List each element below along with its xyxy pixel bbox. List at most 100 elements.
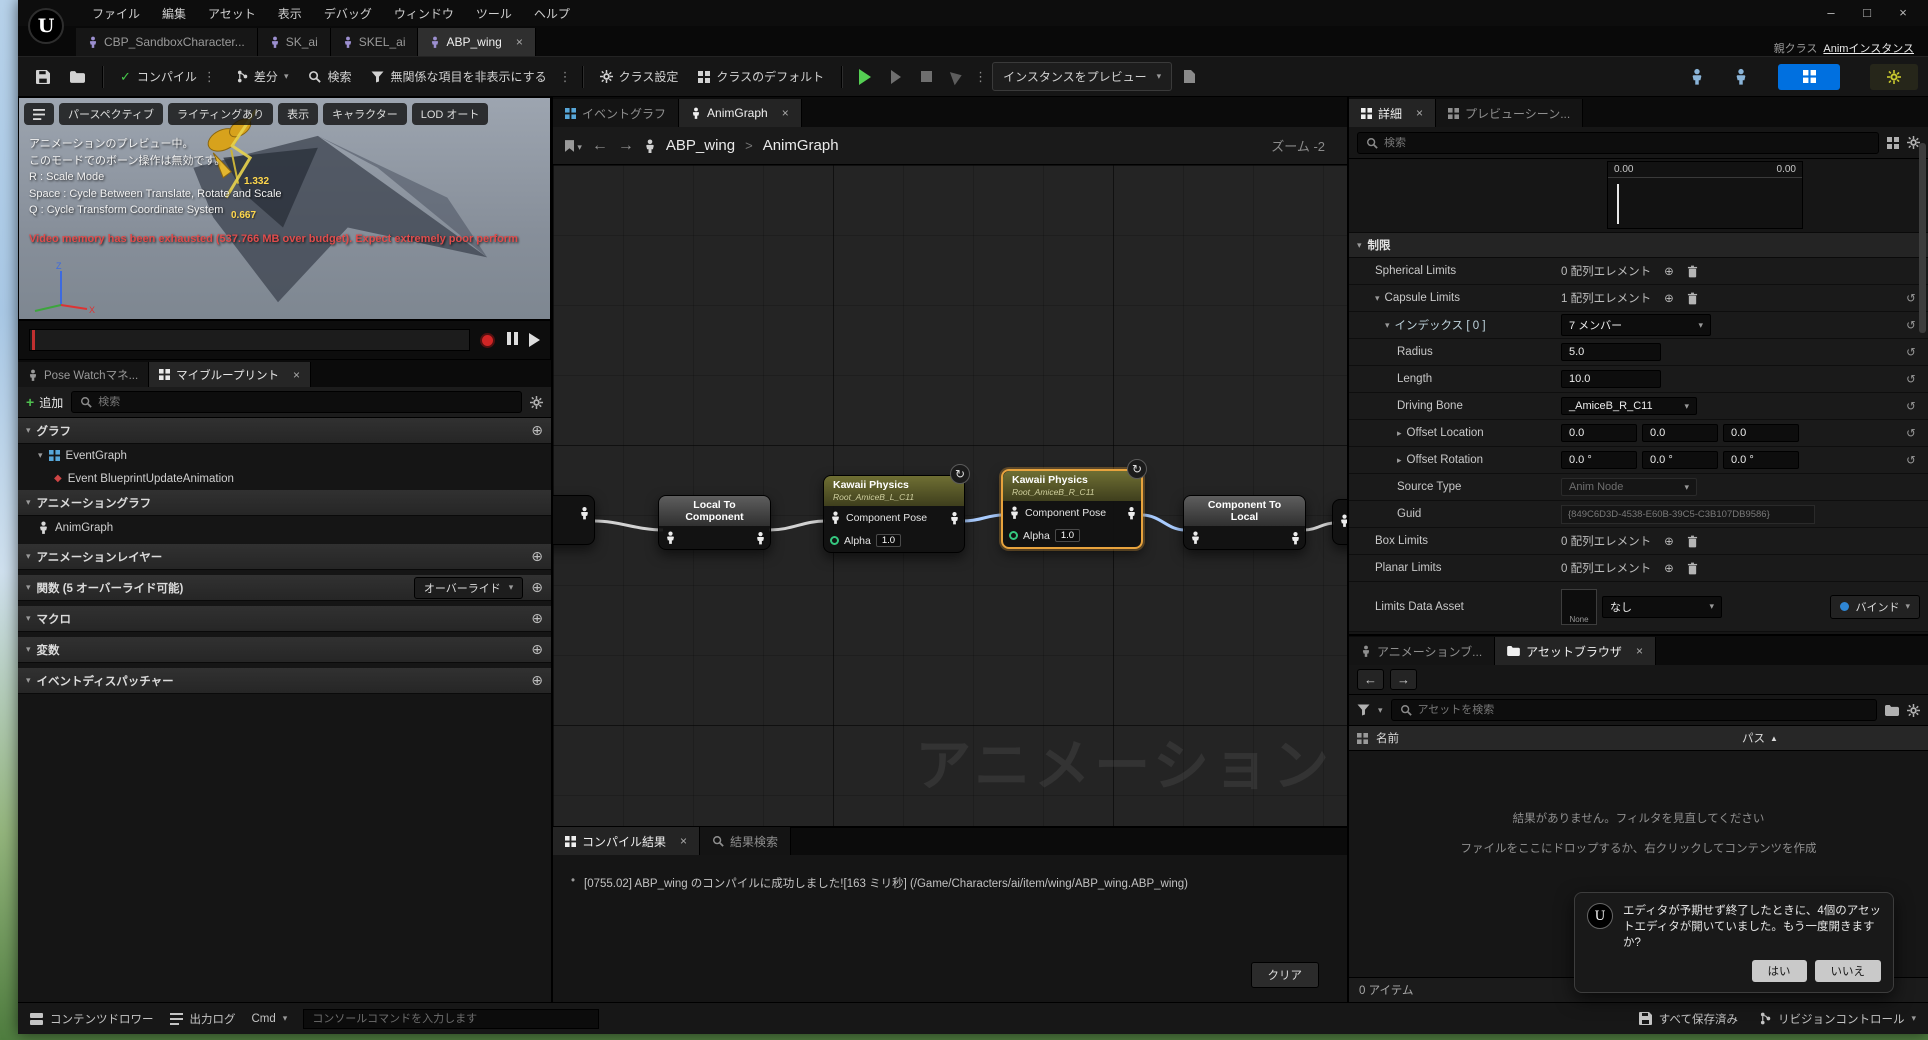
asset-thumbnail[interactable]: None <box>1561 589 1597 625</box>
maximize-icon[interactable]: □ <box>1852 3 1882 23</box>
console-input[interactable] <box>312 1013 590 1025</box>
pose-pin-icon[interactable] <box>1190 531 1201 544</box>
trash-icon[interactable] <box>1687 535 1698 548</box>
preview-viewport[interactable]: パースペクティブ ライティングあり 表示 キャラクター LOD オート アニメー… <box>18 97 551 320</box>
offset-location-y-input[interactable]: 0.0 <box>1642 424 1718 442</box>
menu-view[interactable]: 表示 <box>268 1 312 26</box>
hide-unrelated-button[interactable]: 無関係な項目を非表示にする <box>363 62 554 91</box>
add-element-icon[interactable]: ⊕ <box>1664 264 1674 278</box>
browse-button[interactable] <box>62 65 93 89</box>
add-function-icon[interactable]: ⊕ <box>531 579 543 596</box>
viewport-show-dropdown[interactable]: 表示 <box>278 103 318 125</box>
tab-find-results[interactable]: 結果検索 <box>700 827 791 855</box>
graph-node-input-stub[interactable] <box>551 495 595 545</box>
list-item-animgraph[interactable]: AnimGraph <box>18 516 551 539</box>
expand-icon[interactable]: ▾ <box>38 450 43 461</box>
tab-details[interactable]: 詳細× <box>1349 99 1436 127</box>
menu-file[interactable]: ファイル <box>82 1 150 26</box>
stop-button[interactable] <box>913 65 940 88</box>
add-element-icon[interactable]: ⊕ <box>1664 561 1674 575</box>
list-item-event-update-animation[interactable]: ◆Event BlueprintUpdateAnimation <box>18 467 551 490</box>
trash-icon[interactable] <box>1687 265 1698 278</box>
gear-icon[interactable] <box>1907 704 1920 717</box>
reset-icon[interactable]: ↺ <box>1898 453 1924 467</box>
frame-skip-button[interactable] <box>883 64 909 90</box>
unreal-logo-icon[interactable]: U <box>28 8 64 44</box>
viewport-character-dropdown[interactable]: キャラクター <box>323 103 407 125</box>
folder-icon[interactable] <box>1885 705 1899 716</box>
tab-skel-ai[interactable]: SKEL_ai <box>331 28 419 56</box>
editor-utility-button[interactable] <box>1870 64 1918 90</box>
bookmarks-button[interactable]: ▾ <box>565 139 582 153</box>
back-button[interactable]: ← <box>1357 669 1384 690</box>
section-event-dispatchers[interactable]: ▾イベントディスパッチャー⊕ <box>18 668 551 694</box>
breadcrumb-root[interactable]: ABP_wing <box>666 137 735 154</box>
back-button[interactable]: ← <box>592 137 608 155</box>
expand-icon[interactable]: ▸ <box>1397 455 1402 466</box>
forward-button[interactable]: → <box>618 137 634 155</box>
parent-class-link[interactable]: Animインスタンス <box>1823 40 1914 56</box>
hide-unrelated-options-icon[interactable]: ⋮ <box>559 69 573 85</box>
pose-pin-icon[interactable] <box>1290 531 1301 544</box>
close-tab-icon[interactable]: × <box>680 834 687 848</box>
close-icon[interactable]: × <box>1888 3 1918 23</box>
viewport-menu-button[interactable] <box>24 103 54 125</box>
offset-location-x-input[interactable]: 0.0 <box>1561 424 1637 442</box>
preview-mesh-button[interactable] <box>1690 68 1704 85</box>
details-scrollbar[interactable] <box>1919 143 1926 333</box>
length-input[interactable]: 10.0 <box>1561 370 1661 388</box>
section-variables[interactable]: ▾変数⊕ <box>18 637 551 663</box>
offset-rotation-z-input[interactable]: 0.0 ° <box>1723 451 1799 469</box>
trash-icon[interactable] <box>1687 292 1698 305</box>
editor-mode-button[interactable] <box>1778 64 1840 90</box>
section-animation-layers[interactable]: ▾アニメーションレイヤー⊕ <box>18 544 551 570</box>
save-button[interactable] <box>28 64 58 90</box>
add-dispatcher-icon[interactable]: ⊕ <box>531 672 543 689</box>
section-animation-graphs[interactable]: ▾アニメーショングラフ <box>18 490 551 516</box>
output-log-button[interactable]: 出力ログ <box>170 1011 236 1027</box>
tab-eventgraph[interactable]: イベントグラフ <box>553 99 679 127</box>
add-element-icon[interactable]: ⊕ <box>1664 534 1674 548</box>
forward-button[interactable]: → <box>1390 669 1417 690</box>
record-button[interactable] <box>480 333 495 348</box>
pose-pin-icon[interactable] <box>665 531 676 544</box>
curve-editor[interactable]: 0.00 0.00 <box>1607 161 1803 229</box>
add-button[interactable]: +追加 <box>26 394 63 411</box>
breadcrumb-current[interactable]: AnimGraph <box>763 137 839 154</box>
tab-preview-scene[interactable]: プレビューシーン... <box>1436 99 1583 127</box>
alpha-pin-icon[interactable] <box>830 536 839 545</box>
cmd-dropdown[interactable]: Cmd▾ <box>252 1013 288 1025</box>
graph-node-output-stub[interactable] <box>1332 499 1347 545</box>
toast-no-button[interactable]: いいえ <box>1815 960 1882 982</box>
content-drawer-button[interactable]: コンテンツドロワー <box>30 1011 154 1027</box>
tab-compile-results[interactable]: コンパイル結果× <box>553 827 700 855</box>
member-count-dropdown[interactable]: 7 メンバー▾ <box>1561 314 1711 336</box>
tab-cbp-sandboxcharacter[interactable]: CBP_SandboxCharacter... <box>76 28 258 56</box>
play-options-icon[interactable]: ⋮ <box>974 69 988 85</box>
filter-icon[interactable] <box>1357 704 1370 716</box>
close-tab-icon[interactable]: × <box>516 35 523 49</box>
offset-location-z-input[interactable]: 0.0 <box>1723 424 1799 442</box>
trash-icon[interactable] <box>1687 562 1698 575</box>
menu-debug[interactable]: デバッグ <box>314 1 382 26</box>
alpha-pin-icon[interactable] <box>1009 531 1018 540</box>
find-button[interactable]: 検索 <box>300 62 359 91</box>
pose-pin-icon[interactable] <box>755 531 766 544</box>
collapse-icon[interactable]: ▾ <box>1385 320 1390 331</box>
reset-icon[interactable]: ↺ <box>1898 426 1924 440</box>
section-graphs[interactable]: ▾グラフ⊕ <box>18 418 551 444</box>
list-item-eventgraph[interactable]: ▾EventGraph <box>18 444 551 467</box>
alpha-value-input[interactable]: 1.0 <box>876 534 901 547</box>
play-button[interactable] <box>851 63 879 91</box>
close-tab-icon[interactable]: × <box>293 368 300 382</box>
possess-button[interactable] <box>944 64 970 90</box>
graph-node-kawaii-physics-right[interactable]: ↻ Kawaii Physics Root_AmiceB_R_C11 Compo… <box>1001 469 1143 549</box>
graph-node-kawaii-physics-left[interactable]: ↻ Kawaii Physics Root_AmiceB_L_C11 Compo… <box>823 475 965 553</box>
clear-button[interactable]: クリア <box>1251 962 1320 988</box>
pose-pin-icon[interactable] <box>579 507 590 520</box>
tab-my-blueprint[interactable]: マイブループリント × <box>149 362 311 387</box>
tab-sk-ai[interactable]: SK_ai <box>258 28 331 56</box>
menu-tools[interactable]: ツール <box>466 1 522 26</box>
bind-dropdown[interactable]: バインド▾ <box>1830 595 1920 619</box>
chevron-down-icon[interactable]: ▾ <box>1378 705 1383 716</box>
